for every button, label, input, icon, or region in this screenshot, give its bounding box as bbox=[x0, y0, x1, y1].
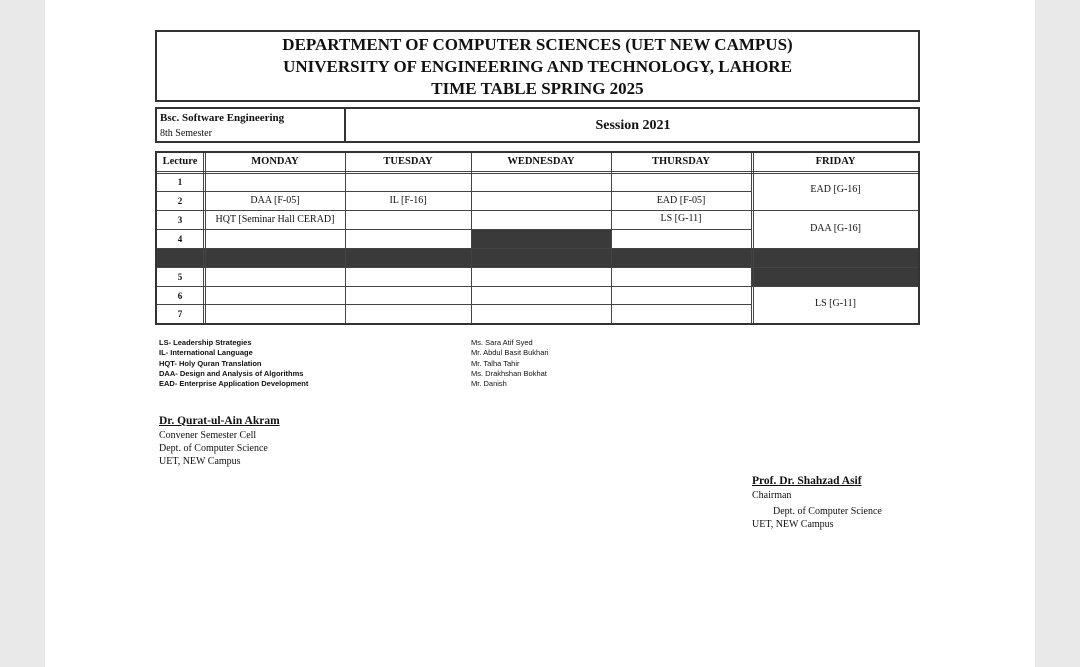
grid-hline bbox=[157, 191, 752, 192]
chairman-campus: UET, NEW Campus bbox=[752, 519, 834, 530]
entry-thursday-lecture3: LS [G-11] bbox=[660, 213, 702, 224]
grid-hline bbox=[157, 173, 918, 174]
legend-item: IL- International Language bbox=[159, 348, 253, 358]
chairman-title: Chairman bbox=[752, 490, 792, 501]
grid-hline bbox=[157, 304, 752, 305]
grid-hline bbox=[157, 248, 918, 249]
header-wednesday: WEDNESDAY bbox=[507, 156, 575, 167]
entry-monday-lecture3: HQT [Seminar Hall CERAD] bbox=[215, 214, 335, 225]
header-thursday: THURSDAY bbox=[652, 156, 710, 167]
timetable-title: TIME TABLE SPRING 2025 bbox=[431, 79, 644, 98]
grid-hline bbox=[157, 286, 918, 287]
document-page: DEPARTMENT OF COMPUTER SCIENCES (UET NEW… bbox=[45, 0, 1035, 667]
lecture-number: 5 bbox=[177, 272, 183, 282]
entry-friday-lecture6-7: LS [G-11] bbox=[814, 298, 856, 309]
header-tuesday: TUESDAY bbox=[383, 156, 433, 167]
entry-friday-lecture1-2: EAD [G-16] bbox=[810, 184, 861, 195]
lecture-number: 7 bbox=[177, 309, 183, 319]
shaded-cell-fri-l5 bbox=[752, 268, 918, 287]
program-name: Bsc. Software Engineering bbox=[160, 112, 285, 124]
convener-signature: Dr. Qurat-ul-Ain Akram Convener Semester… bbox=[159, 415, 280, 468]
grid-hline bbox=[157, 171, 918, 172]
lecture-number: 1 bbox=[177, 177, 183, 187]
timetable-grid: Lecture MONDAY TUESDAY WEDNESDAY THURSDA… bbox=[155, 151, 920, 325]
department-title: DEPARTMENT OF COMPUTER SCIENCES (UET NEW… bbox=[282, 35, 793, 54]
legend-item: LS- Leadership Strategies bbox=[159, 338, 252, 347]
semester-label: 8th Semester bbox=[160, 128, 212, 139]
header-friday: FRIDAY bbox=[815, 156, 856, 167]
teacher-legend: Ms. Sara Atif Syed Mr. Abdul Basit Bukha… bbox=[471, 338, 549, 389]
grid-hline bbox=[157, 210, 918, 211]
chairman-name: Prof. Dr. Shahzad Asif bbox=[752, 475, 862, 487]
grid-hline bbox=[157, 229, 752, 230]
legend-item: HQT- Holy Quran Translation bbox=[159, 358, 262, 368]
teacher-item: Mr. Abdul Basit Bukhari bbox=[471, 348, 549, 358]
legend-item: DAA- Design and Analysis of Algorithms bbox=[159, 368, 304, 378]
header-lecture: Lecture bbox=[162, 156, 198, 167]
grid-vline bbox=[203, 153, 204, 323]
entry-thursday-lecture2: EAD [F-05] bbox=[656, 195, 706, 206]
lecture-number: 6 bbox=[177, 291, 183, 301]
header-monday: MONDAY bbox=[251, 156, 299, 167]
session-label: Session 2021 bbox=[595, 118, 671, 133]
entry-monday-lecture2: DAA [F-05] bbox=[250, 195, 300, 206]
chairman-signature: Prof. Dr. Shahzad Asif Chairman Dept. of… bbox=[752, 475, 882, 531]
shaded-cell-wed-l4 bbox=[472, 230, 611, 248]
grid-vline bbox=[611, 153, 612, 323]
convener-title: Convener Semester Cell bbox=[159, 430, 257, 441]
teacher-item: Ms. Sara Atif Syed bbox=[471, 338, 533, 347]
teacher-item: Mr. Talha Tahir bbox=[471, 358, 520, 368]
header-box: DEPARTMENT OF COMPUTER SCIENCES (UET NEW… bbox=[155, 30, 920, 102]
course-legend: LS- Leadership Strategies IL- Internatio… bbox=[159, 338, 308, 389]
chairman-dept: Dept. of Computer Science bbox=[773, 506, 882, 517]
lecture-number: 3 bbox=[177, 215, 183, 225]
entry-friday-lecture3-4: DAA [G-16] bbox=[810, 223, 861, 234]
grid-vline bbox=[345, 153, 346, 323]
grid-vline bbox=[471, 153, 472, 323]
grid-hline bbox=[157, 267, 918, 268]
convener-dept: Dept. of Computer Science bbox=[159, 443, 268, 454]
teacher-item: Ms. Drakhshan Bokhat bbox=[471, 368, 547, 378]
convener-campus: UET, NEW Campus bbox=[159, 456, 241, 467]
lecture-number: 4 bbox=[177, 234, 183, 244]
legend-item: EAD- Enterprise Application Development bbox=[159, 379, 309, 389]
grid-vline bbox=[205, 153, 206, 323]
program-box: Bsc. Software Engineering 8th Semester S… bbox=[155, 107, 920, 143]
entry-tuesday-lecture2: IL [F-16] bbox=[389, 195, 427, 206]
break-row bbox=[157, 249, 918, 267]
teacher-item: Mr. Danish bbox=[471, 379, 507, 389]
university-title: UNIVERSITY OF ENGINEERING AND TECHNOLOGY… bbox=[283, 57, 792, 76]
lecture-number: 2 bbox=[177, 196, 183, 206]
convener-name: Dr. Qurat-ul-Ain Akram bbox=[159, 415, 280, 427]
grid-vline bbox=[751, 153, 752, 323]
